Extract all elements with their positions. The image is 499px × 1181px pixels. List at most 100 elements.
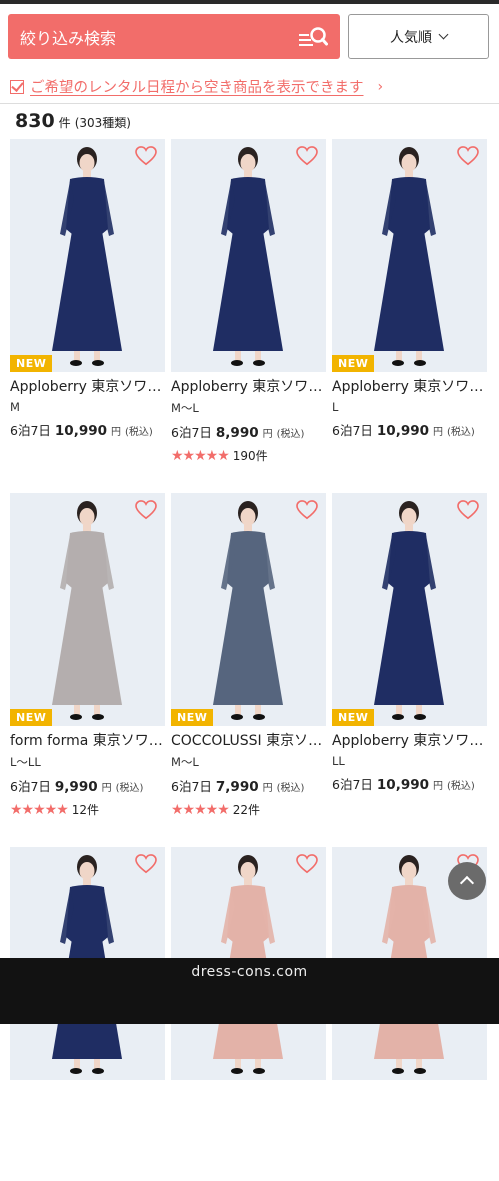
dress-model-illustration: [332, 139, 487, 372]
dress-model-illustration: [332, 493, 487, 726]
favorite-heart-icon[interactable]: [457, 500, 479, 520]
new-badge: NEW: [171, 709, 214, 726]
favorite-heart-icon[interactable]: [296, 854, 318, 874]
product-card[interactable]: NEW COCCOLUSSI 東京ソワール M〜L 6泊7日 7,990 円 (…: [171, 493, 326, 827]
top-bar: [0, 0, 499, 4]
favorite-heart-icon[interactable]: [135, 854, 157, 874]
browser-url-bar: dress-cons.com: [0, 958, 499, 1024]
new-badge: NEW: [332, 709, 375, 726]
star-rating-icon: ★★★★★: [171, 801, 230, 818]
product-size: M〜L: [171, 401, 199, 415]
product-grid: NEW Apploberry 東京ソワール M 6泊7日 10,990 円 (税…: [10, 139, 489, 1181]
chevron-down-icon: [438, 29, 449, 40]
tax-label: (税込): [276, 429, 305, 440]
product-image[interactable]: NEW: [332, 139, 487, 372]
favorite-heart-icon[interactable]: [457, 146, 479, 166]
sort-label: 人気順: [390, 29, 432, 46]
result-count-unit: 件: [58, 116, 71, 130]
price: 10,990: [54, 423, 108, 439]
product-size: L〜LL: [10, 755, 41, 769]
price-yen: 円: [433, 427, 444, 438]
dress-model-illustration: [10, 493, 165, 726]
price-yen: 円: [111, 427, 122, 438]
price-yen: 円: [433, 781, 444, 792]
product-card[interactable]: NEW Apploberry 東京ソワール LL 6泊7日 10,990 円 (…: [332, 493, 487, 827]
search-row: 絞り込み検索 人気順: [8, 14, 489, 59]
price: 10,990: [376, 777, 430, 793]
product-image[interactable]: NEW: [332, 493, 487, 726]
price-row: 6泊7日 8,990 円 (税込): [171, 422, 326, 441]
availability-filter-link[interactable]: ご希望のレンタル日程から空き商品を表示できます ›: [10, 76, 489, 97]
product-name[interactable]: form forma 東京ソワール: [10, 730, 165, 750]
product-size: L: [332, 400, 339, 414]
favorite-heart-icon[interactable]: [135, 146, 157, 166]
product-image[interactable]: NEW: [171, 493, 326, 726]
sort-dropdown[interactable]: 人気順: [348, 14, 489, 59]
checkbox-icon: [10, 79, 24, 94]
product-name[interactable]: Apploberry 東京ソワール: [10, 376, 165, 396]
result-count: 830 件 (303種類): [15, 110, 131, 132]
favorite-heart-icon[interactable]: [296, 500, 318, 520]
price-yen: 円: [262, 783, 273, 794]
availability-filter-text: ご希望のレンタル日程から空き商品を表示できます: [30, 80, 364, 96]
product-name[interactable]: Apploberry 東京ソワール: [332, 376, 487, 396]
dress-model-illustration: [171, 493, 326, 726]
favorite-heart-icon[interactable]: [296, 146, 318, 166]
rental-period: 6泊7日: [10, 423, 51, 438]
scroll-to-top-button[interactable]: [448, 862, 486, 900]
product-image[interactable]: NEW: [10, 493, 165, 726]
product-card[interactable]: NEW Apploberry 東京ソワール L 6泊7日 10,990 円 (税…: [332, 139, 487, 473]
tax-label: (税込): [276, 783, 305, 794]
url-domain: dress-cons.com: [191, 964, 308, 980]
product-name[interactable]: COCCOLUSSI 東京ソワール: [171, 730, 326, 750]
result-count-number: 830: [15, 110, 55, 132]
product-name[interactable]: Apploberry 東京ソワール: [171, 376, 326, 396]
product-size: M〜L: [171, 755, 199, 769]
rental-period: 6泊7日: [171, 425, 212, 440]
rental-period: 6泊7日: [332, 423, 373, 438]
star-rating-icon: ★★★★★: [171, 447, 230, 464]
chevron-right-icon: ›: [377, 78, 384, 95]
price: 7,990: [215, 779, 259, 795]
price-row: 6泊7日 10,990 円 (税込): [332, 420, 487, 439]
result-count-types: (303種類): [74, 116, 131, 130]
dress-model-illustration: [10, 139, 165, 372]
product-image[interactable]: NEW: [10, 139, 165, 372]
star-rating-icon: ★★★★★: [10, 801, 69, 818]
rating: ★★★★★ 12件: [10, 801, 165, 818]
dress-model-illustration: [171, 139, 326, 372]
price-row: 6泊7日 10,990 円 (税込): [10, 420, 165, 439]
product-image[interactable]: [171, 139, 326, 372]
filter-search-button[interactable]: 絞り込み検索: [8, 14, 340, 59]
new-badge: NEW: [10, 709, 53, 726]
product-size: LL: [332, 754, 345, 768]
rating: ★★★★★ 22件: [171, 801, 326, 818]
tax-label: (税込): [115, 783, 144, 794]
product-name[interactable]: Apploberry 東京ソワール: [332, 730, 487, 750]
review-count: 12件: [71, 803, 100, 817]
review-count: 190件: [232, 449, 268, 463]
rental-period: 6泊7日: [171, 779, 212, 794]
product-card[interactable]: Apploberry 東京ソワール M〜L 6泊7日 8,990 円 (税込) …: [171, 139, 326, 473]
filter-search-label: 絞り込み検索: [20, 28, 117, 48]
tax-label: (税込): [125, 427, 153, 438]
divider: [0, 103, 499, 104]
price-row: 6泊7日 10,990 円 (税込): [332, 774, 487, 793]
new-badge: NEW: [332, 355, 375, 372]
price-row: 6泊7日 7,990 円 (税込): [171, 776, 326, 795]
favorite-heart-icon[interactable]: [135, 500, 157, 520]
tax-label: (税込): [447, 427, 475, 438]
tax-label: (税込): [447, 781, 475, 792]
price-yen: 円: [262, 429, 273, 440]
rental-period: 6泊7日: [10, 779, 51, 794]
price: 8,990: [215, 425, 259, 441]
price: 9,990: [54, 779, 98, 795]
rental-period: 6泊7日: [332, 777, 373, 792]
product-card[interactable]: NEW form forma 東京ソワール L〜LL 6泊7日 9,990 円 …: [10, 493, 165, 827]
price: 10,990: [376, 423, 430, 439]
new-badge: NEW: [10, 355, 53, 372]
filter-search-icon: [299, 26, 328, 46]
review-count: 22件: [232, 803, 261, 817]
product-card[interactable]: NEW Apploberry 東京ソワール M 6泊7日 10,990 円 (税…: [10, 139, 165, 473]
price-yen: 円: [101, 783, 112, 794]
